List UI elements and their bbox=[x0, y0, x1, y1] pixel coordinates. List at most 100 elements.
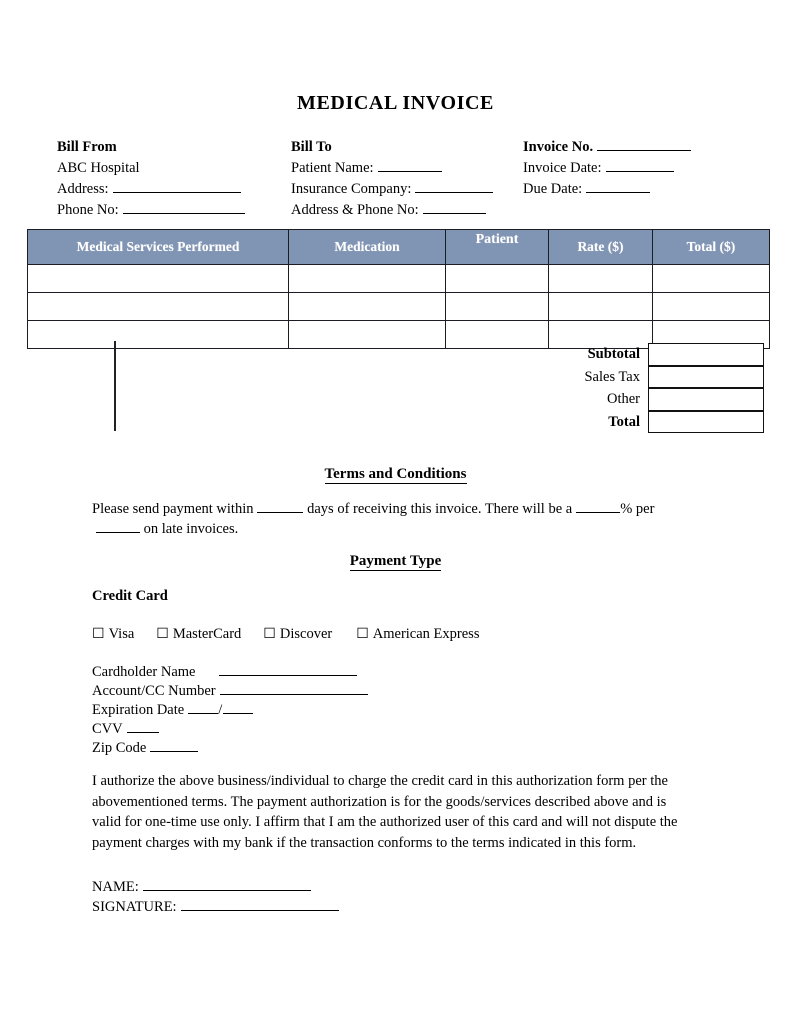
totals-label-subtotal: Subtotal bbox=[587, 346, 640, 362]
totals-label-other: Other bbox=[606, 391, 640, 407]
field-expiration-date: Expiration Date / bbox=[92, 700, 368, 719]
invoice-meta-block: Invoice No. Invoice Date: Due Date: bbox=[523, 137, 692, 200]
field-input-account-cc-number[interactable] bbox=[219, 681, 368, 695]
bill-from-phone-row: Phone No: bbox=[57, 200, 245, 221]
table-drop-line bbox=[114, 341, 116, 431]
terms-text-part-2: days of receiving this invoice. There wi… bbox=[307, 501, 573, 517]
name-row: NAME: bbox=[92, 877, 339, 897]
cell-medication[interactable] bbox=[288, 264, 446, 293]
card-type-label-mastercard: MasterCard bbox=[172, 626, 242, 642]
totals-value-sales-tax[interactable] bbox=[648, 365, 764, 388]
signature-row: SIGNATURE: bbox=[92, 897, 339, 917]
bill-to-addrphone-field[interactable] bbox=[422, 200, 486, 214]
card-type-label-american-express: American Express bbox=[372, 626, 480, 642]
cell-services[interactable] bbox=[27, 264, 289, 293]
field-input-cardholder-name[interactable] bbox=[219, 662, 358, 676]
cell-medication[interactable] bbox=[288, 292, 446, 321]
field-label-account-cc-number: Account/CC Number bbox=[92, 683, 216, 699]
field-cvv: CVV bbox=[92, 719, 368, 738]
credit-card-label: Credit Card bbox=[92, 588, 168, 604]
checkbox-icon: ☐ bbox=[263, 627, 276, 642]
table-header: Medical Services Performed Medication Pa… bbox=[27, 229, 770, 265]
cell-services[interactable] bbox=[27, 320, 289, 349]
terms-days-field[interactable] bbox=[257, 499, 304, 513]
terms-text-part-3: % per bbox=[620, 501, 655, 517]
table-header-row: Medical Services Performed Medication Pa… bbox=[27, 229, 770, 265]
field-input-zip-code[interactable] bbox=[150, 738, 199, 752]
totals-value-subtotal[interactable] bbox=[648, 343, 764, 366]
payment-type-heading-text: Payment Type bbox=[349, 553, 442, 571]
bill-to-patient-label: Patient Name: bbox=[291, 160, 374, 176]
cell-medication[interactable] bbox=[288, 320, 446, 349]
bill-from-phone-field[interactable] bbox=[122, 200, 245, 214]
bill-from-heading: Bill From bbox=[57, 139, 117, 155]
name-label: NAME: bbox=[92, 879, 139, 895]
invoice-date-field[interactable] bbox=[605, 158, 674, 172]
bill-to-insurance-field[interactable] bbox=[415, 179, 494, 193]
card-type-label-discover: Discover bbox=[279, 626, 333, 642]
field-input-cvv[interactable] bbox=[126, 719, 159, 733]
totals-section: Subtotal Sales Tax Other Total bbox=[505, 343, 764, 433]
terms-text: Please send payment within days of recei… bbox=[92, 499, 692, 539]
cell-total[interactable] bbox=[652, 264, 770, 293]
terms-period-field[interactable] bbox=[96, 519, 140, 533]
due-date-field[interactable] bbox=[586, 179, 651, 193]
cell-rate[interactable] bbox=[548, 264, 653, 293]
invoice-no-field[interactable] bbox=[597, 137, 692, 151]
terms-text-part-4: on late invoices. bbox=[143, 521, 239, 537]
totals-value-total[interactable] bbox=[648, 410, 764, 433]
invoice-page: MEDICAL INVOICE Bill From ABC Hospital A… bbox=[0, 0, 791, 1024]
totals-label-sales-tax: Sales Tax bbox=[584, 368, 640, 385]
cell-patient[interactable] bbox=[445, 264, 549, 293]
invoice-no-label: Invoice No. bbox=[523, 139, 594, 155]
field-zip-code: Zip Code bbox=[92, 738, 368, 757]
checkbox-option-mastercard[interactable]: ☐ MasterCard bbox=[156, 626, 241, 643]
column-header-patient: Patient bbox=[445, 229, 549, 265]
cell-services[interactable] bbox=[27, 292, 289, 321]
line-items-table: Medical Services Performed Medication Pa… bbox=[27, 229, 770, 349]
cell-patient[interactable] bbox=[445, 292, 549, 321]
authorization-text: I authorize the above business/individua… bbox=[92, 773, 678, 851]
bill-from-address-row: Address: bbox=[57, 179, 245, 200]
checkbox-option-discover[interactable]: ☐ Discover bbox=[263, 626, 332, 643]
field-label-zip-code: Zip Code bbox=[92, 740, 147, 756]
card-type-label-visa: Visa bbox=[108, 626, 135, 642]
bill-from-phone-label: Phone No: bbox=[57, 202, 119, 218]
bill-to-insurance-row: Insurance Company: bbox=[291, 179, 494, 200]
invoice-date-row: Invoice Date: bbox=[523, 158, 691, 179]
card-type-options: ☐ Visa ☐ MasterCard ☐ Discover ☐ American Expre… bbox=[92, 626, 479, 643]
bill-to-addrphone-row: Address & Phone No: bbox=[291, 200, 493, 221]
field-input-expiration-year[interactable] bbox=[223, 700, 254, 714]
checkbox-option-visa[interactable]: ☐ Visa bbox=[92, 626, 134, 643]
totals-row-other: Other bbox=[505, 388, 764, 411]
field-label-cvv: CVV bbox=[92, 721, 123, 737]
field-input-expiration-month[interactable] bbox=[188, 700, 219, 714]
bill-to-patient-field[interactable] bbox=[377, 158, 442, 172]
bill-from-address-field[interactable] bbox=[112, 179, 241, 193]
invoice-no-row: Invoice No. bbox=[523, 137, 692, 158]
checkbox-icon: ☐ bbox=[356, 627, 369, 642]
invoice-date-label: Invoice Date: bbox=[523, 160, 602, 176]
expiration-separator: / bbox=[218, 702, 223, 718]
column-header-rate: Rate ($) bbox=[548, 229, 653, 265]
signature-field[interactable] bbox=[180, 897, 339, 911]
checkbox-option-american-express[interactable]: ☐ American Express bbox=[356, 626, 479, 643]
credit-card-fields: Cardholder Name Account/CC Number Expira… bbox=[92, 662, 368, 757]
terms-percent-field[interactable] bbox=[576, 499, 621, 513]
totals-value-other[interactable] bbox=[648, 388, 764, 411]
field-label-expiration-date: Expiration Date bbox=[92, 702, 185, 718]
bill-from-address-label: Address: bbox=[57, 181, 109, 197]
table-row bbox=[27, 264, 770, 293]
payment-type-heading: Payment Type bbox=[0, 553, 791, 571]
terms-heading-text: Terms and Conditions bbox=[324, 466, 467, 484]
bill-from-block: Bill From ABC Hospital Address: Phone No… bbox=[57, 137, 245, 221]
cell-rate[interactable] bbox=[548, 292, 653, 321]
table-body bbox=[27, 264, 770, 349]
totals-row-sales-tax: Sales Tax bbox=[505, 365, 764, 388]
column-header-medication: Medication bbox=[288, 229, 446, 265]
due-date-row: Due Date: bbox=[523, 179, 691, 200]
cell-total[interactable] bbox=[652, 292, 770, 321]
name-field[interactable] bbox=[142, 877, 311, 891]
bill-from-company: ABC Hospital bbox=[57, 160, 140, 176]
checkbox-icon: ☐ bbox=[156, 627, 169, 642]
